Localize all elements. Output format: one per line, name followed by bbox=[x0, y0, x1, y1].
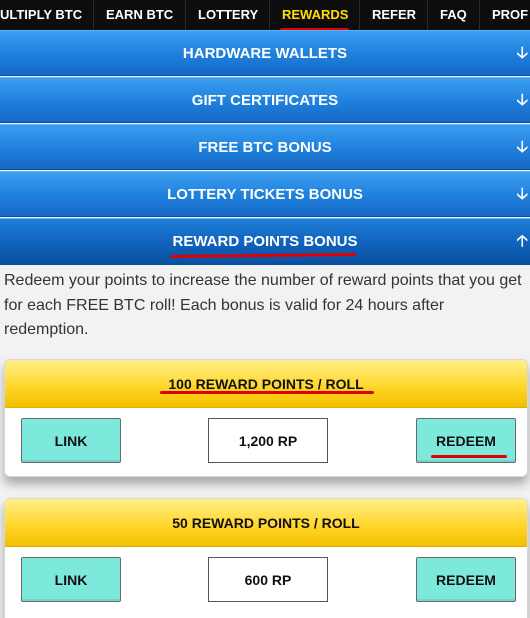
arrow-down-icon: 🡣 bbox=[516, 92, 529, 109]
redeem-button[interactable]: REDEEM bbox=[416, 418, 516, 463]
arrow-up-icon: 🡡 bbox=[516, 233, 529, 250]
accordion-label: LOTTERY TICKETS BONUS bbox=[167, 186, 363, 203]
rp-cost: 600 RP bbox=[208, 557, 328, 602]
arrow-down-icon: 🡣 bbox=[516, 139, 529, 156]
annotation-underline bbox=[431, 455, 507, 458]
arrow-down-icon: 🡣 bbox=[516, 186, 529, 203]
bonus-card-100: 100 REWARD POINTS / ROLL LINK 1,200 RP R… bbox=[4, 359, 528, 477]
accordion-gift-certificates[interactable]: GIFT CERTIFICATES 🡣 bbox=[0, 77, 530, 123]
bonus-card-50: 50 REWARD POINTS / ROLL LINK 600 RP REDE… bbox=[4, 498, 528, 618]
accordion-label: REWARD POINTS BONUS bbox=[172, 233, 358, 250]
accordion-hardware-wallets[interactable]: HARDWARE WALLETS 🡣 bbox=[0, 30, 530, 76]
annotation-underline bbox=[160, 391, 374, 394]
rp-cost: 1,200 RP bbox=[208, 418, 328, 463]
bonus-card-title: 100 REWARD POINTS / ROLL bbox=[5, 360, 527, 408]
link-button[interactable]: LINK bbox=[21, 557, 121, 602]
accordion-reward-points-bonus[interactable]: REWARD POINTS BONUS 🡡 bbox=[0, 218, 530, 265]
arrow-down-icon: 🡣 bbox=[516, 45, 529, 62]
accordion-label: FREE BTC BONUS bbox=[198, 139, 332, 156]
accordion-label: HARDWARE WALLETS bbox=[182, 45, 348, 62]
redeem-button[interactable]: REDEEM bbox=[416, 557, 516, 602]
bonus-card-title: 50 REWARD POINTS / ROLL bbox=[5, 499, 527, 547]
link-button[interactable]: LINK bbox=[21, 418, 121, 463]
accordion-lottery-tickets-bonus[interactable]: LOTTERY TICKETS BONUS 🡣 bbox=[0, 171, 530, 217]
reward-points-description: Redeem your points to increase the numbe… bbox=[4, 272, 522, 338]
accordion-free-btc-bonus[interactable]: FREE BTC BONUS 🡣 bbox=[0, 124, 530, 170]
accordion-label: GIFT CERTIFICATES bbox=[191, 92, 339, 109]
